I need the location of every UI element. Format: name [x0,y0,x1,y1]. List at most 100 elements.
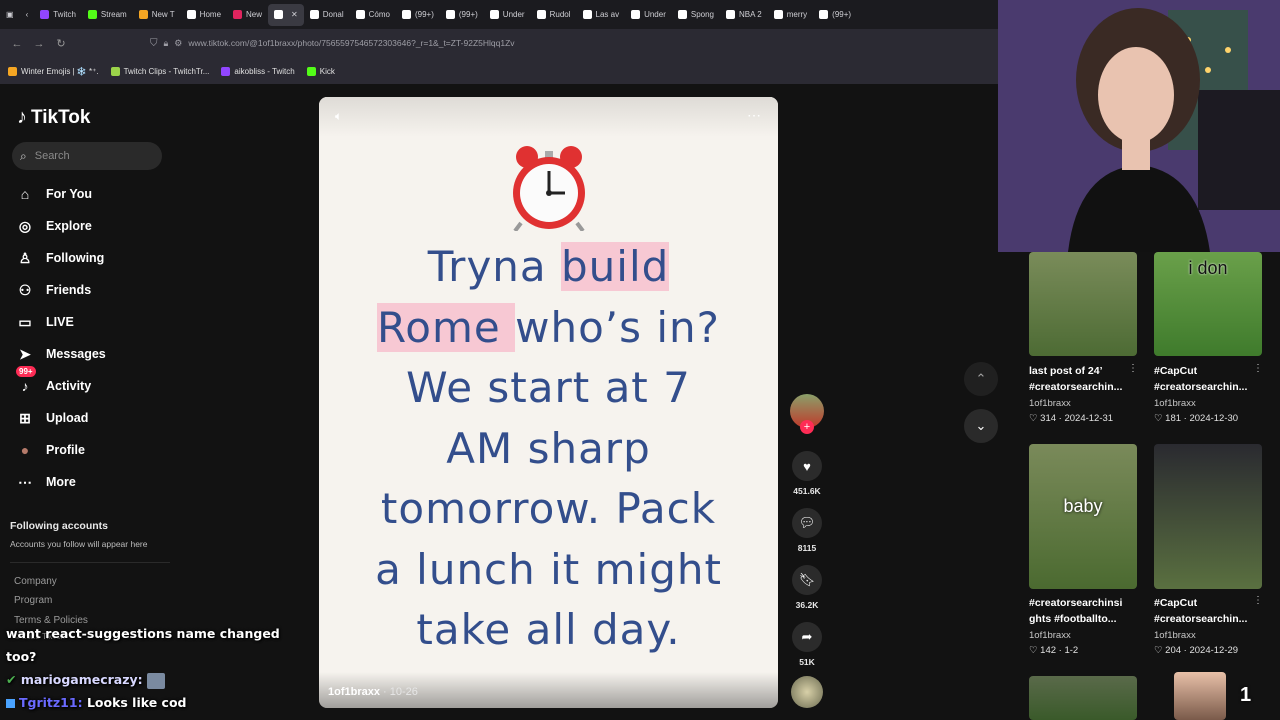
heart-outline-icon: ♡ [1029,645,1041,656]
tab-label: Spong [690,10,715,19]
browser-tab[interactable]: (99+) [813,4,857,26]
browser-tab[interactable]: Stream [82,4,133,26]
save-button[interactable]: 🔖︎ 36.2K [790,565,824,610]
browser-tab[interactable]: Rudol [531,4,577,26]
sidebar-item-explore[interactable]: ◎ Explore [16,214,92,238]
footer-program-link[interactable]: Program [14,595,52,606]
browser-tab[interactable]: Twitch [34,4,82,26]
kebab-icon[interactable]: ⋮ [1253,595,1263,606]
tab-favicon-icon [819,10,829,19]
browser-tab[interactable]: ✕ [268,3,304,26]
sidebar-item-label: Messages [46,347,106,361]
previous-post-button[interactable]: ⌃ [964,362,998,396]
tab-overview-button[interactable]: ▣ [0,4,20,26]
sidebar-item-for-you[interactable]: ⌂ For You [16,182,92,206]
post-author[interactable]: 1of1braxx · 10-26 [328,686,418,698]
browser-tab[interactable]: New T [133,4,181,26]
post-text-line-6: a lunch it might [375,544,722,594]
sidebar-item-label: Profile [46,443,85,457]
bookmark-item[interactable]: Kick [306,66,335,76]
sidebar-item-activity[interactable]: ♪ Activity [16,374,92,398]
share-button[interactable]: ➦ 51K [790,622,824,667]
more-options-icon[interactable]: ⋯ [747,107,761,124]
back-button[interactable]: ← [6,33,28,55]
tiktok-note-icon: ♪ [17,106,27,128]
browser-tab[interactable]: New [227,4,268,26]
reload-button[interactable]: ↻ [50,33,72,55]
like-button[interactable]: ♥ 451.6K [790,451,824,496]
browser-tab[interactable]: Home [181,4,227,26]
search-input[interactable]: ⌕ Search [12,142,162,170]
grid-thumbnail-1[interactable] [1029,252,1137,356]
address-bar[interactable]: ⛉ 🔒︎ ⚙ www.tiktok.com/@1of1braxx/photo/7… [150,33,995,53]
comment-button[interactable]: 💬︎ 8115 [790,508,824,553]
browser-tab[interactable]: merry [768,4,813,26]
music-disc-icon [791,676,823,708]
sidebar-item-label: For You [46,187,93,201]
browser-tab[interactable]: NBA 2 [720,4,768,26]
sidebar-item-following[interactable]: ♙ Following [16,246,105,270]
grid-user-2[interactable]: 1of1braxx [1154,398,1196,409]
highlight-build: build [561,242,670,291]
sidebar-item-live[interactable]: ▭ LIVE [16,310,73,334]
photo-post[interactable]: 🔈︎ ⋯ Tryna build Rome who’s in? We start… [319,97,778,708]
chat-message: Looks like cod [86,695,187,710]
sidebar-item-messages[interactable]: ➤ Messages [16,342,106,366]
live-icon: ▭ [18,313,32,330]
close-tab-icon[interactable]: ✕ [291,10,298,19]
creator-avatar[interactable]: + [790,394,824,434]
kebab-icon[interactable]: ⋮ [1128,363,1138,374]
grid-user-1[interactable]: 1of1braxx [1029,398,1071,409]
browser-tab[interactable]: Under [484,4,531,26]
tab-label: Under [502,10,525,19]
sidebar-item-friends[interactable]: ⚇ Friends [16,278,91,302]
sidebar-item-label: Explore [46,219,92,233]
tab-scroll-left[interactable]: ‹ [20,4,35,26]
grid-thumbnail-5[interactable] [1029,676,1137,720]
browser-tab[interactable]: Las av [577,4,626,26]
browser-tab-bar: ▣ ‹ Twitch Stream New T Home New ✕ Donal Cómo (9… [0,0,1000,29]
sidebar-item-upload[interactable]: ⊞ Upload [16,406,88,430]
grid-caption-3[interactable]: #creatorsearchinsi ghts #footballto... [1029,595,1147,627]
browser-tab[interactable]: Spong [672,4,720,26]
bookmarks-bar: Winter Emojis | ❄️ *⁺. Twitch Clips - Tw… [0,58,1000,84]
browser-tab[interactable]: Donal [304,4,350,26]
post-date: · 10-26 [379,686,418,698]
kebab-icon[interactable]: ⋮ [1253,363,1263,374]
browser-tab[interactable]: (99+) [440,4,484,26]
grid-user-3[interactable]: 1of1braxx [1029,630,1071,641]
share-icon: ➦ [792,622,822,652]
grid-thumbnail-6[interactable] [1174,672,1226,720]
browser-tab[interactable]: (99+) [396,4,440,26]
browser-tab[interactable]: Under [625,4,672,26]
chat-line-4: Tgritz11: Looks like cod [6,691,280,714]
mute-icon[interactable]: 🔈︎ [335,109,342,124]
bookmark-item[interactable]: Winter Emojis | ❄️ *⁺. [8,66,99,76]
music-disc[interactable] [790,676,824,708]
grid-thumbnail-4[interactable] [1154,444,1262,589]
friends-icon: ⚇ [18,281,32,298]
grid-thumbnail-3[interactable]: baby [1029,444,1137,589]
chat-line-2: too? [6,649,37,664]
sidebar-item-more[interactable]: ⋯ More [16,470,76,494]
forward-button[interactable]: → [28,33,50,55]
footer-company-link[interactable]: Company [14,576,57,587]
browser-tab[interactable]: Cómo [350,4,396,26]
bookmark-item[interactable]: Twitch Clips - TwitchTr... [110,66,209,76]
compass-icon: ◎ [18,217,32,234]
tab-label: Cómo [368,10,390,19]
chevron-left-icon: ‹ [25,10,29,19]
bookmark-item[interactable]: aikobliss - Twitch [221,66,295,76]
tiktok-logo[interactable]: ♪ TikTok [17,106,90,129]
next-post-button[interactable]: ⌄ [964,409,998,443]
arrow-right-icon: → [33,37,45,50]
search-icon: ⌕ [20,148,27,163]
post-text-line-3: We start at 7 [406,363,691,412]
post-text-line-2: Rome who’s in? [377,302,720,352]
grid-thumbnail-2[interactable]: i don [1154,252,1262,356]
tab-label: Under [644,10,666,19]
grid-user-4[interactable]: 1of1braxx [1154,630,1196,641]
sidebar-item-profile[interactable]: ● Profile [16,438,85,462]
follow-plus-icon[interactable]: + [800,420,814,434]
highlight-rome: Rome [377,302,516,352]
